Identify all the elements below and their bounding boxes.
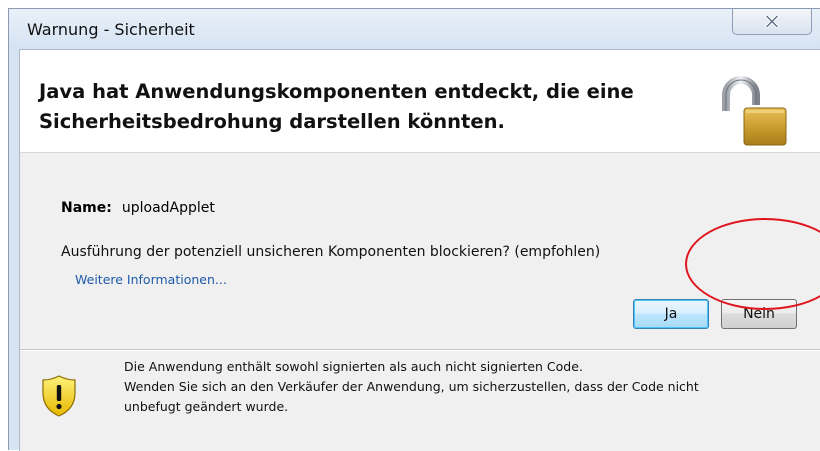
- warning-message: Java hat Anwendungskomponenten entdeckt,…: [39, 80, 634, 133]
- window-title: Warnung - Sicherheit: [27, 20, 195, 39]
- more-info-link[interactable]: Weitere Informationen...: [75, 272, 227, 287]
- footer-line: Wenden Sie sich an den Verkäufer der Anw…: [124, 379, 699, 394]
- dialog-header: Java hat Anwendungskomponenten entdeckt,…: [20, 50, 820, 153]
- yes-button[interactable]: Ja: [633, 299, 709, 329]
- footer-divider: [20, 349, 820, 351]
- block-question: Ausführung der potenziell unsicheren Kom…: [61, 244, 601, 260]
- close-button[interactable]: [732, 9, 812, 35]
- title-bar[interactable]: Warnung - Sicherheit: [9, 9, 820, 49]
- unlocked-padlock-icon: [722, 76, 787, 146]
- name-label: Name:: [61, 200, 112, 216]
- security-warning-dialog: Warnung - Sicherheit Java hat Anwendungs…: [8, 8, 820, 451]
- applet-name-value: uploadApplet: [121, 200, 215, 216]
- dialog-content: Java hat Anwendungskomponenten entdeckt,…: [19, 49, 820, 451]
- no-button[interactable]: Nein: [721, 299, 797, 329]
- close-icon: [765, 15, 779, 28]
- warning-shield-icon: [42, 375, 76, 417]
- footer-line: unbefugt geändert wurde.: [124, 399, 289, 414]
- footer-line: Die Anwendung enthält sowohl signierten …: [124, 359, 583, 374]
- footer-message: Die Anwendung enthält sowohl signierten …: [124, 357, 804, 417]
- applet-name-row: Name: uploadApplet: [61, 200, 215, 216]
